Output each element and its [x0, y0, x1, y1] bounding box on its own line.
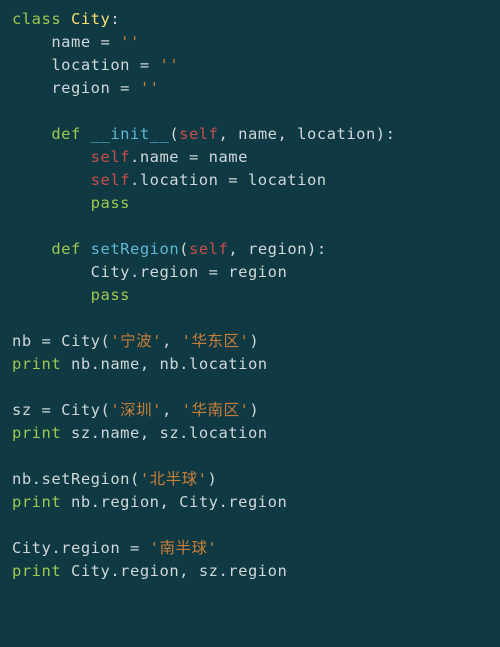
code-token — [81, 240, 91, 258]
code-token: class — [12, 10, 61, 28]
code-token: ) — [249, 332, 259, 350]
code-token: nb.setRegion( — [12, 470, 140, 488]
code-token: print — [12, 493, 61, 511]
code-token: location = — [51, 56, 159, 74]
code-token: '' — [120, 33, 140, 51]
code-token: nb.region, City.region — [61, 493, 287, 511]
code-token: region = — [51, 79, 140, 97]
code-token: '宁波' — [110, 332, 162, 350]
code-token: nb = City( — [12, 332, 110, 350]
code-token: .name = name — [130, 148, 248, 166]
code-token: '南半球' — [150, 539, 218, 557]
code-token: City.region = — [12, 539, 150, 557]
code-token: ) — [208, 470, 218, 488]
code-token: print — [12, 562, 61, 580]
code-token: City — [71, 10, 110, 28]
code-token: .location = location — [130, 171, 327, 189]
code-token: self — [189, 240, 228, 258]
code-token: print — [12, 424, 61, 442]
code-block: class City: name = '' location = '' regi… — [0, 0, 500, 591]
code-token: City.region, sz.region — [61, 562, 287, 580]
code-token: self — [91, 171, 130, 189]
code-token: pass — [91, 194, 130, 212]
code-token: print — [12, 355, 61, 373]
code-token: ( — [169, 125, 179, 143]
code-token: '' — [159, 56, 179, 74]
code-token — [81, 125, 91, 143]
code-token: '深圳' — [110, 401, 162, 419]
code-token: sz.name, sz.location — [61, 424, 267, 442]
code-token: self — [179, 125, 218, 143]
code-token: __init__ — [91, 125, 170, 143]
code-token: , region): — [228, 240, 326, 258]
code-token: def — [51, 125, 81, 143]
code-token: : — [110, 10, 120, 28]
code-token: , — [162, 401, 182, 419]
code-token: pass — [91, 286, 130, 304]
code-token: self — [91, 148, 130, 166]
code-token: , name, location): — [219, 125, 396, 143]
code-token: sz = City( — [12, 401, 110, 419]
code-token — [61, 10, 71, 28]
code-token: setRegion — [91, 240, 180, 258]
code-token: nb.name, nb.location — [61, 355, 267, 373]
code-token: , — [162, 332, 182, 350]
code-token: City.region = region — [91, 263, 288, 281]
code-token: name = — [51, 33, 120, 51]
code-token: '华东区' — [182, 332, 250, 350]
code-token: '' — [140, 79, 160, 97]
code-content: class City: name = '' location = '' regi… — [12, 10, 395, 580]
code-token: def — [51, 240, 81, 258]
code-token: '北半球' — [140, 470, 208, 488]
code-token: ) — [249, 401, 259, 419]
code-token: '华南区' — [182, 401, 250, 419]
code-token: ( — [179, 240, 189, 258]
